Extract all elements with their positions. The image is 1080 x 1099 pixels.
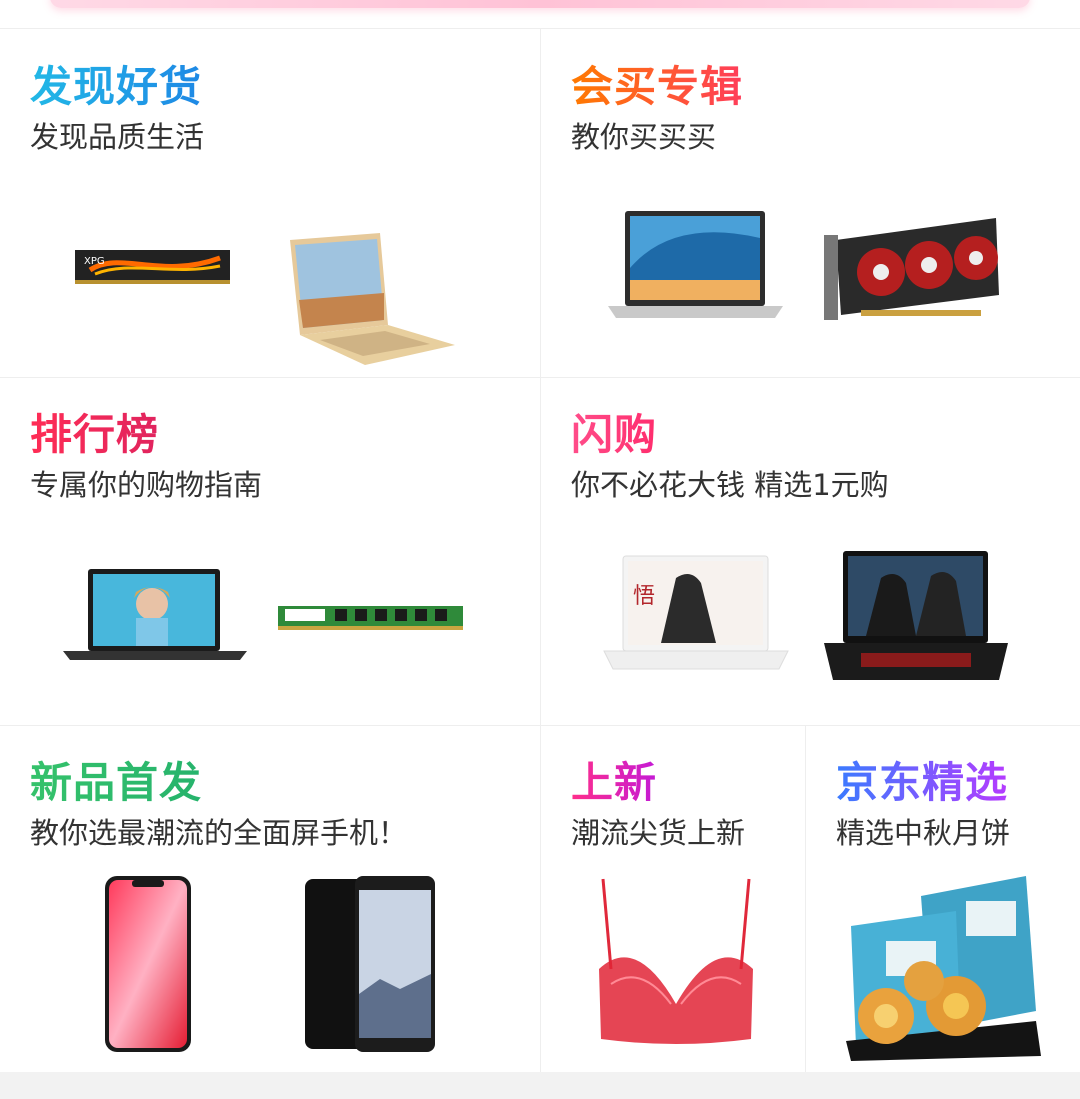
card-flash-sale[interactable]: 闪购 你不必花大钱 精选1元购 悟 [541, 378, 1080, 725]
card-jd-selected[interactable]: 京东精选 精选中秋月饼 [806, 726, 1080, 1072]
bottom-spacer [0, 1072, 1080, 1099]
card-title: 排行榜 [30, 410, 160, 459]
card-title: 会买专辑 [571, 62, 744, 111]
card-subtitle: 精选中秋月饼 [836, 816, 1011, 850]
card-buying-albums[interactable]: 会买专辑 教你买买买 [541, 30, 1080, 377]
gaming-laptop-image[interactable] [821, 548, 1011, 688]
card-discover-goods[interactable]: 发现好货 发现品质生活 XPG [0, 30, 540, 377]
card-subtitle: 潮流尖货上新 [571, 816, 746, 850]
iphone-x-image[interactable] [100, 874, 195, 1054]
graphics-card-image[interactable] [821, 210, 1006, 325]
galaxy-note8-image[interactable] [300, 874, 440, 1054]
card-title: 京东精选 [836, 758, 1009, 807]
card-subtitle: 教你选最潮流的全面屏手机！ [30, 816, 408, 850]
card-subtitle: 发现品质生活 [30, 120, 205, 154]
card-title: 新品首发 [30, 758, 203, 807]
card-subtitle: 专属你的购物指南 [30, 468, 263, 502]
card-ranking[interactable]: 排行榜 专属你的购物指南 [0, 378, 540, 725]
card-new-arrivals[interactable]: 上新 潮流尖货上新 [541, 726, 805, 1072]
card-subtitle: 你不必花大钱 精选1元购 [571, 468, 889, 502]
svg-text:XPG: XPG [84, 256, 105, 267]
card-title: 发现好货 [30, 62, 203, 111]
card-title: 上新 [571, 758, 658, 807]
laptop-silver-image[interactable] [603, 208, 788, 328]
ram-module-image[interactable]: XPG [70, 240, 240, 290]
card-subtitle: 教你买买买 [571, 120, 717, 154]
red-lace-bra-image[interactable] [591, 874, 761, 1054]
svg-text:悟: 悟 [633, 584, 655, 609]
card-title: 闪购 [571, 410, 658, 459]
top-strip [0, 0, 1080, 29]
mooncake-box-image[interactable] [846, 871, 1046, 1061]
laptop-black-image[interactable] [60, 566, 250, 666]
ram-stick-green-image[interactable] [275, 603, 465, 633]
top-banner-edge [50, 0, 1030, 8]
laptop-white-image[interactable]: 悟 [601, 553, 791, 678]
laptop-gold-image[interactable] [285, 230, 460, 375]
card-new-launch[interactable]: 新品首发 教你选最潮流的全面屏手机！ [0, 726, 540, 1072]
